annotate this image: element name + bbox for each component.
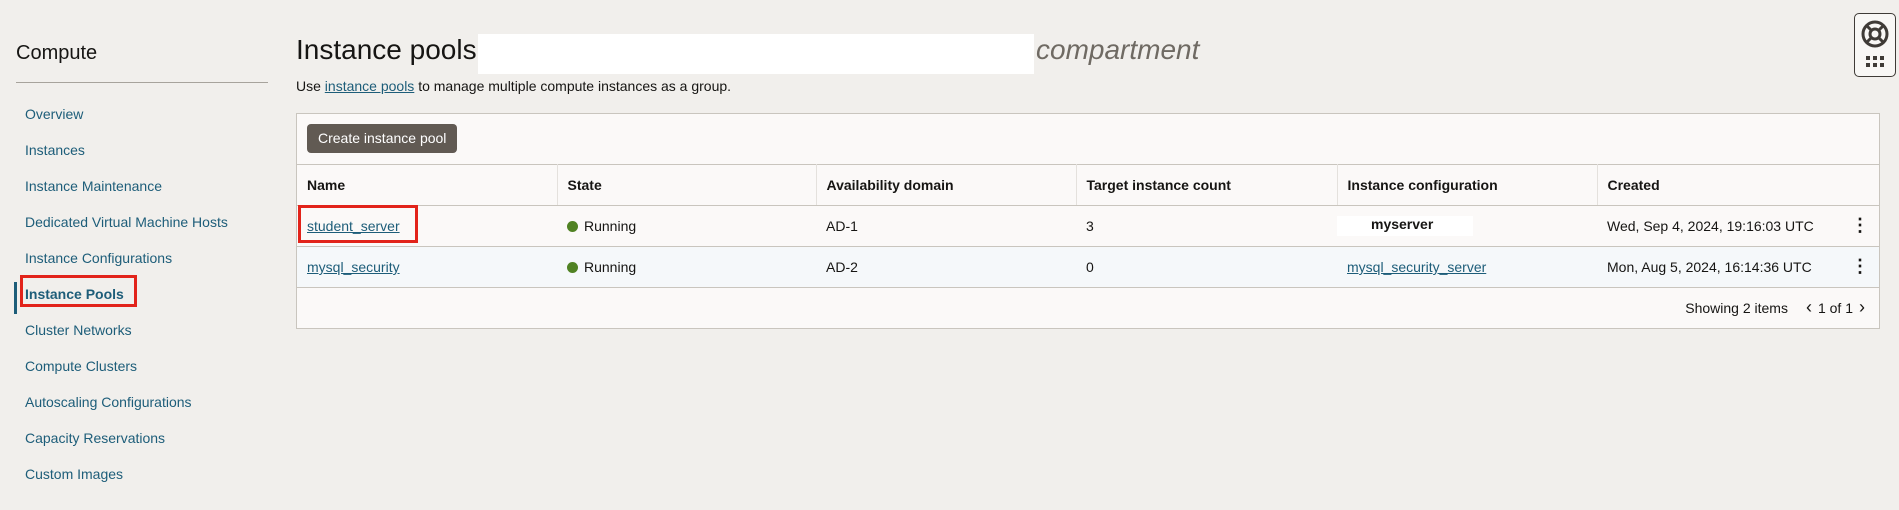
sidebar: Compute Overview Instances Instance Main…: [0, 0, 270, 510]
sidebar-item-autoscaling-configurations[interactable]: Autoscaling Configurations: [16, 390, 270, 426]
instance-pools-doc-link[interactable]: instance pools: [325, 78, 415, 94]
sidebar-title: Compute: [16, 42, 98, 64]
lifebuoy-icon: [1861, 20, 1889, 67]
state-text: Running: [584, 259, 637, 275]
cell-availability-domain: AD-2: [816, 246, 1076, 288]
sidebar-item-instance-maintenance[interactable]: Instance Maintenance: [16, 174, 270, 210]
cell-state: Running: [557, 246, 816, 288]
sidebar-item-dedicated-vm-hosts[interactable]: Dedicated Virtual Machine Hosts: [16, 210, 270, 246]
table-row: mysql_security Running AD-2 0 mysql_secu…: [297, 246, 1879, 288]
cell-state: Running: [557, 205, 816, 247]
instance-configuration-link[interactable]: mysql_security_server: [1347, 259, 1486, 275]
column-header-name[interactable]: Name: [297, 164, 558, 206]
cell-created: Wed, Sep 4, 2024, 19:16:03 UTC ⋮: [1597, 205, 1879, 247]
column-header-created[interactable]: Created: [1597, 164, 1879, 206]
page-indicator: 1 of 1: [1817, 299, 1853, 316]
sidebar-nav: Overview Instances Instance Maintenance …: [14, 102, 270, 498]
instance-configuration-text: myserver: [1337, 216, 1474, 236]
pool-name-link[interactable]: mysql_security: [307, 259, 400, 275]
column-header-instance-configuration[interactable]: Instance configuration: [1337, 164, 1598, 206]
grid-icon: [1866, 56, 1884, 67]
sidebar-item-cluster-networks[interactable]: Cluster Networks: [16, 318, 270, 354]
state-text: Running: [584, 218, 637, 234]
kebab-icon[interactable]: ⋮: [1851, 216, 1869, 234]
table-row: student_server Running AD-1 3 myserver W…: [297, 205, 1879, 247]
instance-pools-table: Name State Availability domain Target in…: [297, 164, 1879, 288]
cell-availability-domain: AD-1: [816, 205, 1076, 247]
sidebar-item-instances[interactable]: Instances: [16, 138, 270, 174]
sidebar-item-instance-pools[interactable]: Instance Pools: [14, 282, 270, 318]
cell-target-instance-count: 0: [1076, 246, 1337, 288]
page-subtitle: Use instance pools to manage multiple co…: [296, 78, 731, 94]
showing-count: Showing 2 items: [1685, 299, 1788, 316]
running-status-icon: [567, 221, 578, 232]
cell-target-instance-count: 3: [1076, 205, 1337, 247]
table-header-row: Name State Availability domain Target in…: [297, 164, 1879, 206]
sidebar-item-compute-clusters[interactable]: Compute Clusters: [16, 354, 270, 390]
sidebar-item-capacity-reservations[interactable]: Capacity Reservations: [16, 426, 270, 462]
chevron-left-icon[interactable]: ‹: [1806, 297, 1812, 318]
subtitle-suffix: to manage multiple compute instances as …: [414, 78, 732, 94]
pool-name-link[interactable]: student_server: [307, 218, 400, 234]
chevron-right-icon[interactable]: ›: [1859, 297, 1865, 318]
sidebar-item-custom-images[interactable]: Custom Images: [16, 462, 270, 498]
cell-instance-configuration: myserver: [1337, 205, 1597, 247]
kebab-icon[interactable]: ⋮: [1851, 257, 1869, 275]
cell-name: mysql_security: [297, 246, 557, 288]
redacted-compartment-name: [478, 34, 1034, 74]
column-header-target-instance-count[interactable]: Target instance count: [1076, 164, 1338, 206]
cell-name: student_server: [297, 205, 557, 247]
created-text: Wed, Sep 4, 2024, 19:16:03 UTC: [1607, 218, 1814, 234]
cell-created: Mon, Aug 5, 2024, 16:14:36 UTC ⋮: [1597, 246, 1879, 288]
cell-instance-configuration: mysql_security_server: [1337, 246, 1597, 288]
sidebar-item-overview[interactable]: Overview: [16, 102, 270, 138]
instance-pools-panel: Create instance pool Name State Availabi…: [296, 113, 1880, 329]
created-text: Mon, Aug 5, 2024, 16:14:36 UTC: [1607, 259, 1812, 275]
column-header-state[interactable]: State: [557, 164, 817, 206]
pagination: Showing 2 items ‹ 1 of 1 ›: [1685, 297, 1871, 318]
create-instance-pool-button[interactable]: Create instance pool: [307, 124, 458, 153]
compartment-label: compartment: [1036, 34, 1200, 65]
column-header-availability-domain[interactable]: Availability domain: [816, 164, 1077, 206]
help-widget[interactable]: [1854, 13, 1896, 77]
sidebar-divider: [16, 82, 268, 83]
running-status-icon: [567, 262, 578, 273]
sidebar-item-instance-configurations[interactable]: Instance Configurations: [16, 246, 270, 282]
subtitle-prefix: Use: [296, 78, 325, 94]
page-title: Instance pools: [296, 34, 477, 65]
